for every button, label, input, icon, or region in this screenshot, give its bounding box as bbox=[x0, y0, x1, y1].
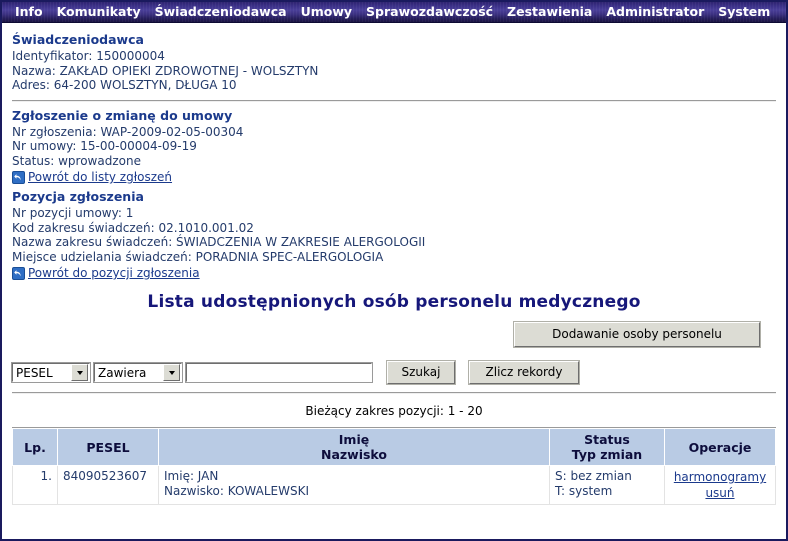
col-header-name: Imię Nazwisko bbox=[158, 428, 550, 466]
back-to-position[interactable]: Powrót do pozycji zgłoszenia bbox=[12, 266, 776, 280]
section-divider-2 bbox=[12, 392, 776, 394]
provider-heading: Świadczeniodawca bbox=[12, 32, 144, 47]
table-row: 1. 84090523607 Imię: JAN Nazwisko: KOWAL… bbox=[12, 465, 776, 505]
provider-identifier: Identyfikator: 150000004 bbox=[12, 49, 165, 63]
position-place: Miejsce udzielania świadczeń: PORADNIA S… bbox=[12, 249, 384, 264]
current-range-text: Bieżący zakres pozycji: 1 - 20 bbox=[305, 404, 483, 418]
cell-status: S: bez zmian T: system bbox=[549, 465, 665, 505]
back-to-applications-list[interactable]: Powrót do listy zgłoszeń bbox=[12, 170, 776, 184]
menu-item-zestawienia[interactable]: Zestawienia bbox=[500, 2, 599, 22]
search-condition-select[interactable]: Zawiera bbox=[93, 362, 183, 383]
col-header-name-line2: Nazwisko bbox=[320, 447, 387, 462]
position-section: Pozycja zgłoszenia Nr pozycji umowy: 1 K… bbox=[12, 189, 776, 280]
page-title: Lista udostępnionych osób personelu medy… bbox=[147, 292, 641, 312]
back-arrow-icon bbox=[12, 170, 25, 184]
position-scope-name: Nazwa zakresu świadczeń: ŚWIADCZENIA W Z… bbox=[12, 235, 426, 249]
position-heading: Pozycja zgłoszenia bbox=[12, 189, 144, 204]
col-header-lp: Lp. bbox=[12, 428, 58, 466]
chevron-down-icon[interactable] bbox=[163, 364, 180, 381]
menu-item-sprawozdawczosc[interactable]: Sprawozdawczość bbox=[359, 2, 500, 22]
search-field-select-value: PESEL bbox=[16, 365, 53, 380]
back-to-applications-list-label[interactable]: Powrót do listy zgłoszeń bbox=[28, 170, 172, 184]
menu-item-umowy[interactable]: Umowy bbox=[294, 2, 359, 22]
col-header-operations: Operacje bbox=[664, 428, 776, 466]
provider-address: Adres: 64-200 WOLSZTYN, DŁUGA 10 bbox=[12, 78, 237, 92]
table-body: 1. 84090523607 Imię: JAN Nazwisko: KOWAL… bbox=[12, 465, 776, 505]
search-field-select[interactable]: PESEL bbox=[11, 362, 91, 383]
provider-section: Świadczeniodawca Identyfikator: 15000000… bbox=[12, 32, 776, 93]
menu-item-administrator[interactable]: Administrator bbox=[599, 2, 711, 22]
count-records-button[interactable]: Zlicz rekordy bbox=[468, 360, 580, 385]
application-status: Status: wprowadzone bbox=[12, 153, 141, 168]
application-heading: Zgłoszenie o zmianę do umowy bbox=[12, 107, 233, 123]
col-header-pesel: PESEL bbox=[57, 428, 159, 466]
provider-name: Nazwa: ZAKŁAD OPIEKI ZDROWOTNEJ - WOLSZT… bbox=[12, 63, 319, 78]
menu-item-komunikaty[interactable]: Komunikaty bbox=[50, 2, 148, 22]
col-header-name-line1: Imię bbox=[338, 432, 370, 447]
operation-schedules-link[interactable]: harmonogramy bbox=[670, 469, 770, 485]
menu-item-swiadczeniodawca[interactable]: Świadczeniodawca bbox=[148, 2, 294, 22]
cell-name: Imię: JAN Nazwisko: KOWALEWSKI bbox=[158, 465, 550, 505]
search-toolbar: PESEL Zawiera Szukaj Zlicz rekordy bbox=[2, 360, 786, 385]
menu-item-info[interactable]: Info bbox=[8, 2, 50, 22]
position-number: Nr pozycji umowy: 1 bbox=[12, 206, 134, 220]
operation-delete-link[interactable]: usuń bbox=[670, 485, 770, 501]
cell-status-value: S: bez zmian bbox=[555, 469, 632, 483]
application-number: Nr zgłoszenia: WAP-2009-02-05-00304 bbox=[12, 124, 244, 139]
chevron-down-icon[interactable] bbox=[71, 364, 88, 381]
toolbar-add-row: Dodawanie osoby personelu bbox=[12, 321, 776, 348]
search-condition-select-value: Zawiera bbox=[98, 365, 147, 380]
personnel-table: Lp. PESEL Imię Nazwisko Status Typ zmian… bbox=[12, 428, 776, 505]
application-contract-number: Nr umowy: 15-00-00004-09-19 bbox=[12, 139, 197, 153]
page-content: Świadczeniodawca Identyfikator: 15000000… bbox=[2, 23, 786, 348]
back-arrow-icon bbox=[12, 266, 25, 280]
cell-change-type-value: T: system bbox=[555, 484, 613, 498]
cell-pesel: 84090523607 bbox=[57, 465, 159, 505]
application-window: Info Komunikaty Świadczeniodawca Umowy S… bbox=[0, 0, 788, 541]
section-divider-1 bbox=[12, 99, 776, 102]
cell-lp: 1. bbox=[12, 465, 58, 505]
table-header-row: Lp. PESEL Imię Nazwisko Status Typ zmian… bbox=[12, 428, 776, 466]
add-person-button[interactable]: Dodawanie osoby personelu bbox=[513, 321, 761, 348]
cell-first-name: Imię: JAN bbox=[164, 469, 219, 483]
search-input[interactable] bbox=[185, 362, 373, 383]
cell-last-name: Nazwisko: KOWALEWSKI bbox=[164, 484, 309, 498]
table-head: Lp. PESEL Imię Nazwisko Status Typ zmian… bbox=[12, 428, 776, 466]
menu-item-system[interactable]: System bbox=[711, 2, 777, 22]
col-header-status-line2: Typ zmian bbox=[571, 447, 643, 462]
col-header-status: Status Typ zmian bbox=[549, 428, 665, 466]
application-section: Zgłoszenie o zmianę do umowy Nr zgłoszen… bbox=[12, 107, 776, 184]
col-header-status-line1: Status bbox=[584, 432, 630, 447]
search-button[interactable]: Szukaj bbox=[386, 360, 456, 385]
cell-operations: harmonogramy usuń bbox=[664, 465, 776, 505]
personnel-table-wrapper: Lp. PESEL Imię Nazwisko Status Typ zmian… bbox=[2, 428, 786, 505]
back-to-position-label[interactable]: Powrót do pozycji zgłoszenia bbox=[28, 266, 200, 280]
position-scope-code: Kod zakresu świadczeń: 02.1010.001.02 bbox=[12, 220, 254, 235]
main-menu-bar: Info Komunikaty Świadczeniodawca Umowy S… bbox=[2, 2, 786, 23]
